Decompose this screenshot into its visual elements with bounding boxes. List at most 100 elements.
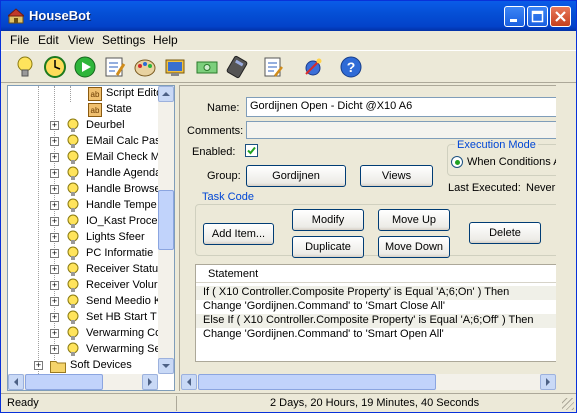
move-down-button[interactable]: Move Down [378, 236, 450, 258]
scroll-thumb[interactable] [25, 374, 103, 390]
delete-button[interactable]: Delete [469, 222, 541, 244]
statement-row[interactable]: Else If ( X10 Controller.Composite Prope… [196, 314, 556, 328]
device-tree[interactable]: ab Script Edito ab State + Deurbel + EMa… [7, 85, 175, 391]
expand-toggle[interactable]: + [50, 297, 59, 306]
scroll-left-button[interactable] [8, 374, 24, 390]
tree-item[interactable]: + IO_Kast Proce [8, 214, 160, 230]
duplicate-button[interactable]: Duplicate [292, 236, 364, 258]
expand-toggle[interactable]: + [50, 313, 59, 322]
scroll-thumb[interactable] [158, 190, 174, 250]
enabled-checkbox[interactable] [245, 144, 258, 157]
palette-icon[interactable] [133, 55, 157, 79]
tree-item[interactable]: ab Script Edito [8, 86, 160, 102]
group-label: Group: [207, 170, 241, 182]
tree-item[interactable]: + Handle Browse [8, 182, 160, 198]
tree-horizontal-scrollbar[interactable] [8, 374, 158, 390]
expand-toggle[interactable]: + [50, 217, 59, 226]
property-icon: ab [88, 87, 102, 101]
tree-item[interactable]: + Handle Agenda [8, 166, 160, 182]
lightbulb-icon[interactable] [13, 55, 37, 79]
expand-toggle[interactable]: + [50, 185, 59, 194]
menu-help[interactable]: Help [153, 33, 178, 47]
maximize-button[interactable] [527, 6, 548, 27]
tree-item[interactable]: ab State [8, 102, 160, 118]
expand-toggle[interactable]: + [50, 265, 59, 274]
lightbulb-icon [67, 150, 79, 164]
task-code-title: Task Code [200, 191, 256, 203]
schedule-icon[interactable] [43, 55, 67, 79]
last-executed-label: Last Executed: [448, 182, 521, 194]
scroll-left-button[interactable] [181, 374, 197, 390]
panel-horizontal-scrollbar[interactable] [181, 374, 556, 390]
expand-toggle[interactable]: + [50, 345, 59, 354]
expand-toggle[interactable]: + [50, 121, 59, 130]
tree-item-label: Set HB Start T [86, 311, 157, 323]
tree-item[interactable]: + Handle Tempe [8, 198, 160, 214]
minimize-button[interactable] [504, 6, 525, 27]
tree-item-label: EMail Calc Pass [86, 135, 160, 147]
expand-toggle[interactable]: + [50, 329, 59, 338]
expand-toggle[interactable]: + [50, 233, 59, 242]
tree-item[interactable]: + Receiver Statu [8, 262, 160, 278]
scroll-right-button[interactable] [142, 374, 158, 390]
tree-item[interactable]: + Lights Sfeer [8, 230, 160, 246]
money-icon[interactable] [195, 55, 219, 79]
menu-file[interactable]: File [10, 33, 29, 47]
tree-item[interactable]: + Soft Devices [8, 358, 160, 374]
resize-grip[interactable] [562, 398, 574, 410]
tree-item[interactable]: + EMail Check Me [8, 150, 160, 166]
tree-item[interactable]: + Receiver Volur [8, 278, 160, 294]
menu-edit[interactable]: Edit [38, 33, 59, 47]
title-bar[interactable]: HouseBot [1, 1, 576, 31]
add-item-button[interactable]: Add Item... [203, 223, 274, 245]
statement-column-header[interactable]: Statement [196, 265, 556, 283]
remote-icon[interactable] [225, 55, 249, 79]
tree-item[interactable]: + Verwarming Se [8, 342, 160, 358]
menu-settings[interactable]: Settings [102, 33, 145, 47]
close-icon [555, 11, 566, 22]
lightbulb-icon [67, 230, 79, 244]
tree-item[interactable]: + Send Meedio K [8, 294, 160, 310]
statement-list[interactable]: Statement If ( X10 Controller.Composite … [195, 264, 556, 362]
edit-icon[interactable] [103, 55, 127, 79]
tree-item-label: Verwarming Co [86, 327, 160, 339]
play-icon[interactable] [73, 55, 97, 79]
statement-row[interactable]: If ( X10 Controller.Composite Property' … [196, 286, 556, 300]
close-button[interactable] [550, 6, 571, 27]
scroll-thumb[interactable] [198, 374, 436, 390]
modify-button[interactable]: Modify [292, 209, 364, 231]
expand-toggle[interactable]: + [50, 137, 59, 146]
statement-row[interactable]: Change 'Gordijnen.Command' to 'Smart Clo… [196, 300, 556, 314]
expand-toggle[interactable]: + [50, 201, 59, 210]
enabled-label: Enabled: [192, 146, 236, 158]
help-icon[interactable]: ? [339, 55, 363, 79]
group-button[interactable]: Gordijnen [246, 165, 346, 187]
scroll-right-button[interactable] [540, 374, 556, 390]
tree-item[interactable]: + Verwarming Co [8, 326, 160, 342]
expand-toggle[interactable]: + [50, 169, 59, 178]
status-uptime: 2 Days, 20 Hours, 19 Minutes, 40 Seconds [270, 397, 480, 409]
expand-toggle[interactable]: + [50, 281, 59, 290]
expand-toggle[interactable]: + [50, 249, 59, 258]
tree-item[interactable]: + PC Informatie [8, 246, 160, 262]
menu-view[interactable]: View [68, 33, 94, 47]
expand-toggle[interactable]: + [50, 153, 59, 162]
tree-item[interactable]: + Set HB Start T [8, 310, 160, 326]
expand-toggle[interactable]: + [34, 361, 43, 370]
statement-row[interactable]: Change 'Gordijnen.Command' to 'Smart Ope… [196, 328, 556, 342]
device-icon[interactable] [163, 55, 187, 79]
tree-item[interactable]: + Deurbel [8, 118, 160, 134]
execution-mode-radio[interactable] [451, 156, 463, 168]
name-field[interactable]: Gordijnen Open - Dicht @X10 A6 [246, 97, 556, 117]
tree-item[interactable]: + EMail Calc Pass [8, 134, 160, 150]
tree-vertical-scrollbar[interactable] [158, 86, 174, 374]
views-button[interactable]: Views [360, 165, 433, 187]
report-icon[interactable] [261, 55, 285, 79]
scroll-up-button[interactable] [158, 86, 174, 102]
scroll-down-button[interactable] [158, 358, 174, 374]
scroll-down-icon [162, 364, 170, 368]
move-up-button[interactable]: Move Up [378, 209, 450, 231]
comments-field[interactable] [246, 121, 556, 139]
execution-mode-option[interactable]: When Conditions A [467, 156, 556, 168]
satellite-icon[interactable] [301, 55, 325, 79]
